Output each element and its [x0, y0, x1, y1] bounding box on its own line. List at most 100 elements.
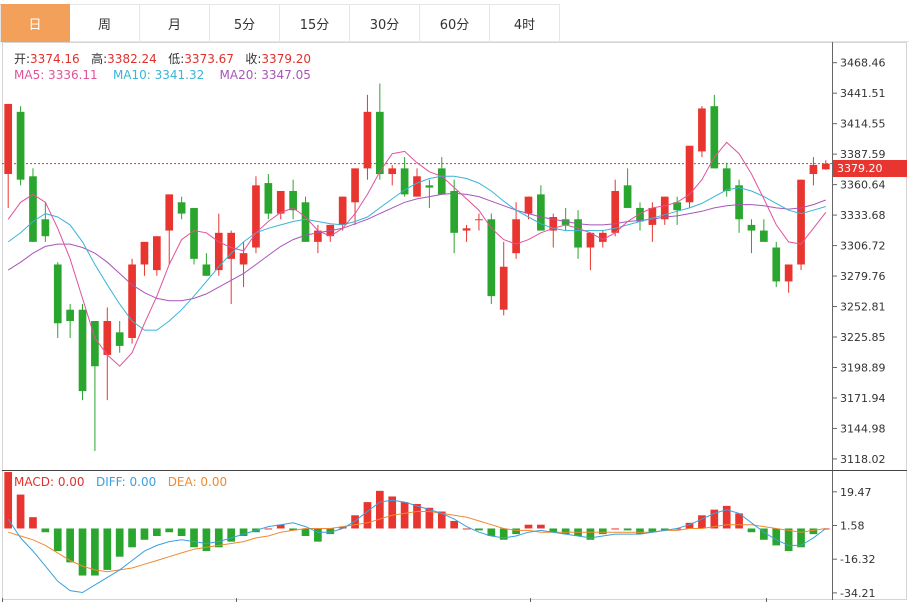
macd-bar — [698, 515, 706, 529]
macd-bar — [177, 528, 186, 536]
candle-body — [202, 264, 211, 276]
candle-body — [78, 309, 87, 392]
candle-body — [103, 321, 112, 355]
macd-bar — [91, 528, 99, 576]
candle-body — [413, 176, 421, 197]
price-tick-label: 3279.76 — [840, 270, 886, 283]
candle-body — [735, 185, 743, 220]
candle-body — [66, 309, 74, 322]
macd-bar — [4, 472, 13, 529]
price-tick-label: 3414.55 — [840, 118, 886, 131]
macd-bar — [351, 515, 359, 529]
candle-body — [29, 176, 37, 242]
candle-body — [4, 103, 13, 175]
candle-body — [611, 190, 620, 233]
macd-bar — [214, 528, 223, 548]
candle-body — [425, 185, 434, 188]
candle-body — [388, 168, 397, 175]
price-tick-label: 3198.89 — [840, 361, 886, 374]
candle-body — [499, 266, 508, 310]
candle-body — [264, 183, 273, 214]
macd-bar — [363, 502, 372, 529]
candle-body — [475, 219, 483, 221]
candle-body — [289, 190, 297, 211]
candle-body — [524, 196, 533, 214]
candle-body — [772, 247, 781, 282]
macd-bar — [103, 528, 112, 570]
macd-tick-label: -16.32 — [840, 553, 875, 566]
macd-tick-label: -34.21 — [840, 587, 875, 600]
candle-body — [41, 219, 50, 237]
macd-bar — [165, 528, 174, 533]
candle-body — [760, 230, 768, 242]
macd-bar — [375, 490, 384, 529]
price-tick-label: 3306.72 — [840, 240, 886, 253]
macd-bar — [16, 494, 25, 529]
candle-body — [190, 207, 198, 259]
macd-bar — [53, 528, 62, 552]
candle-body — [177, 202, 186, 214]
macd-bar — [29, 517, 37, 529]
candle-body — [809, 164, 818, 175]
macd-bar — [140, 528, 149, 540]
macd-bar — [512, 528, 520, 535]
macd-bar — [747, 528, 756, 533]
macd-bar — [797, 528, 805, 548]
candle-body — [623, 185, 632, 208]
candle-body — [437, 168, 446, 195]
macd-bar — [66, 528, 74, 563]
candle-body — [722, 168, 731, 191]
price-tick-label: 3225.85 — [840, 331, 886, 344]
price-tick-label: 3441.51 — [840, 87, 886, 100]
macd-bar — [462, 528, 471, 530]
candle-body — [53, 264, 62, 324]
candle-body — [821, 163, 830, 170]
candle-body — [351, 168, 359, 203]
macd-bar — [400, 502, 409, 529]
candle-body — [252, 185, 260, 248]
macd-bar — [598, 528, 607, 535]
candle-body — [363, 111, 372, 169]
candle-body — [698, 108, 706, 152]
macd-bar — [413, 504, 421, 529]
macd-bar — [524, 524, 533, 529]
macd-panel-frame — [2, 470, 907, 600]
candle-body — [512, 219, 520, 254]
candle-body — [16, 111, 25, 180]
current-price-tag: 3379.20 — [833, 160, 907, 177]
macd-bar — [388, 496, 397, 529]
price-tick-label: 3144.98 — [840, 422, 886, 435]
price-tick-label: 3171.94 — [840, 392, 886, 405]
macd-bar — [115, 528, 124, 557]
candle-body — [214, 232, 223, 271]
macd-tick-label: 1.58 — [840, 519, 865, 532]
candle-body — [586, 232, 595, 248]
macd-bar — [784, 528, 793, 552]
macd-bar — [450, 520, 459, 529]
macd-bar — [772, 528, 781, 546]
macd-bar — [611, 528, 620, 530]
price-panel-frame — [2, 42, 907, 471]
macd-bar — [623, 528, 632, 531]
price-tick-label: 3360.64 — [840, 179, 886, 192]
macd-bar — [153, 528, 161, 536]
macd-bar — [301, 528, 310, 536]
macd-bar — [78, 528, 87, 576]
macd-bar — [227, 528, 236, 542]
macd-bar — [264, 528, 273, 530]
candle-body — [462, 228, 471, 231]
macd-bar — [475, 528, 483, 531]
macd-bar — [190, 528, 198, 548]
candle-body — [276, 190, 285, 214]
macd-bar — [809, 528, 818, 535]
candle-body — [165, 194, 174, 231]
candle-body — [239, 253, 248, 265]
candle-body — [710, 106, 719, 169]
candle-body — [598, 232, 607, 242]
candle-body — [140, 241, 149, 265]
price-tick-label: 3252.81 — [840, 301, 886, 314]
candle-body — [153, 236, 161, 271]
candle-body — [338, 196, 347, 225]
candle-body — [450, 190, 459, 233]
candle-body — [797, 179, 805, 265]
